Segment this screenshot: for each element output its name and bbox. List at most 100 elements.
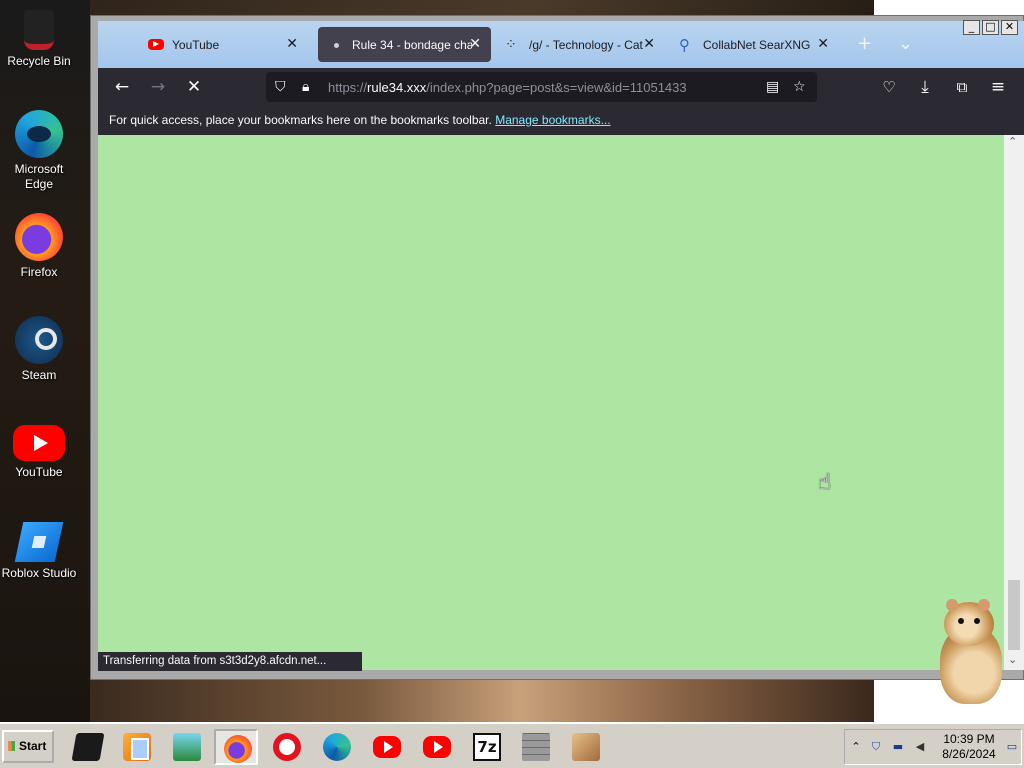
forward-button[interactable]: → — [147, 76, 169, 98]
desktop-icon-label: YouTube — [15, 465, 63, 479]
shield-icon[interactable]: ⛉ — [275, 78, 286, 96]
tab-youtube[interactable]: YouTube ✕ — [138, 27, 308, 62]
youtube-icon — [13, 425, 65, 461]
tab-close-icon[interactable]: ✕ — [469, 37, 481, 51]
taskbar-app-youtube[interactable] — [365, 729, 409, 765]
bookmark-star-icon[interactable]: ☆ — [793, 78, 806, 96]
taskbar-app-edge[interactable] — [315, 729, 359, 765]
show-hidden-icons-icon[interactable]: ⌃ — [849, 740, 863, 754]
url-text[interactable]: https://rule34.xxx/index.php?page=post&s… — [328, 80, 687, 95]
desktop-icon-label: Roblox Studio — [1, 566, 77, 580]
clock[interactable]: 10:39 PM 8/26/2024 — [939, 732, 999, 762]
search-favicon-icon: ⚲ — [679, 35, 690, 54]
youtube-icon — [423, 736, 451, 758]
window-controls: _ □ ✕ — [963, 20, 1018, 35]
vertical-scrollbar[interactable]: ⌃ ⌄ — [1004, 135, 1024, 670]
desktop-icon-roblox-studio[interactable]: Roblox Studio — [0, 522, 78, 581]
reader-view-icon[interactable]: ▤ — [766, 78, 779, 96]
back-button[interactable]: ← — [111, 76, 133, 98]
edge-icon — [323, 733, 351, 761]
loading-dot-icon — [328, 37, 344, 53]
hamster-ear — [946, 599, 958, 611]
hamster-eye — [974, 618, 980, 624]
media-player-icon — [123, 733, 151, 761]
lock-icon[interactable]: 🔒︎ — [302, 78, 309, 96]
tab-bar: YouTube ✕ Rule 34 - bondage cha ✕ ⁘ /g/ … — [98, 21, 1024, 68]
extensions-icon[interactable]: ⧉ — [951, 76, 973, 98]
system-tray: ⌃ ⛉ ▬ ◀ 10:39 PM 8/26/2024 ▭ — [844, 729, 1022, 765]
windows-flag-icon — [8, 741, 15, 751]
tab-searxng[interactable]: ⚲ CollabNet SearXNG ✕ — [669, 27, 839, 62]
desktop-icon-youtube[interactable]: YouTube — [0, 419, 78, 480]
steam-icon — [15, 316, 63, 364]
taskbar: Start 7z ⌃ ⛉ ▬ ◀ 10:39 PM 8/26/2024 ▭ — [0, 722, 1024, 768]
tab-title: Rule 34 - bondage cha — [352, 37, 472, 52]
tab-close-icon[interactable]: ✕ — [286, 37, 298, 51]
volume-icon[interactable]: ◀ — [913, 740, 927, 754]
list-all-tabs-button[interactable]: ⌄ — [898, 35, 913, 53]
winscp-icon — [173, 733, 201, 761]
grid-favicon-icon: ⁘ — [505, 36, 517, 53]
app-icon — [572, 733, 600, 761]
taskbar-app-firefox[interactable] — [214, 729, 258, 765]
bookmarks-hint: For quick access, place your bookmarks h… — [109, 113, 492, 127]
tab-rule34[interactable]: Rule 34 - bondage cha ✕ — [318, 27, 491, 62]
wall-icon — [522, 733, 550, 761]
manage-bookmarks-link[interactable]: Manage bookmarks... — [495, 113, 610, 127]
url-bar[interactable]: ⛉ 🔒︎ https://rule34.xxx/index.php?page=p… — [266, 72, 817, 102]
taskbar-app-winscp[interactable] — [165, 729, 209, 765]
desktop-icon-label: Steam — [21, 368, 57, 382]
close-window-button[interactable]: ✕ — [1001, 20, 1018, 35]
firefox-icon — [15, 213, 63, 261]
taskbar-app-youtube-2[interactable] — [415, 729, 459, 765]
taskbar-app-misc[interactable] — [564, 729, 608, 765]
menu-icon[interactable]: ≡ — [987, 76, 1009, 98]
notification-icon[interactable]: ▭ — [1005, 740, 1019, 754]
url-host: rule34.xxx — [367, 80, 427, 95]
page-content[interactable] — [98, 135, 1004, 670]
youtube-icon — [373, 736, 401, 758]
opera-icon — [273, 733, 301, 761]
maximize-button[interactable]: □ — [982, 20, 999, 35]
firefox-icon — [224, 735, 252, 763]
stop-button[interactable]: ✕ — [183, 76, 205, 98]
taskbar-app-terminal[interactable] — [66, 729, 110, 765]
shield-tray-icon[interactable]: ⛉ — [869, 740, 883, 754]
desktop-icon-label: Recycle Bin — [7, 54, 71, 68]
tab-close-icon[interactable]: ✕ — [643, 37, 655, 51]
hamster-pet[interactable] — [926, 599, 1012, 710]
tab-title: CollabNet SearXNG — [703, 37, 811, 52]
scroll-up-icon[interactable]: ⌃ — [1008, 135, 1017, 148]
youtube-favicon-icon — [148, 39, 164, 50]
new-tab-button[interactable]: + — [857, 35, 872, 53]
firefox-window: _ □ ✕ YouTube ✕ Rule 34 - bondage cha ✕ … — [90, 15, 1024, 680]
hamster-eye — [958, 618, 964, 624]
desktop-icon-firefox[interactable]: Firefox — [0, 213, 78, 280]
roblox-studio-icon — [14, 522, 64, 562]
tab-close-icon[interactable]: ✕ — [817, 37, 829, 51]
taskbar-app-7zip[interactable]: 7z — [465, 729, 509, 765]
hamster-ear — [978, 599, 990, 611]
tab-g-technology[interactable]: ⁘ /g/ - Technology - Cat ✕ — [495, 27, 665, 62]
downloads-icon[interactable]: ⤓ — [914, 76, 936, 98]
desktop-wallpaper-bottom — [90, 680, 874, 722]
terminal-icon — [71, 733, 105, 761]
start-label: Start — [19, 739, 47, 753]
desktop-icon-steam[interactable]: Steam — [0, 316, 78, 383]
desktop-icon-recycle-bin[interactable]: Recycle Bin — [0, 10, 78, 69]
network-icon[interactable]: ▬ — [891, 740, 905, 754]
desktop-icon-edge[interactable]: Microsoft Edge — [0, 110, 78, 192]
status-panel: Transferring data from s3t3d2y8.afcdn.ne… — [98, 652, 362, 671]
taskbar-app-wall[interactable] — [514, 729, 558, 765]
desktop-icon-label: Microsoft Edge — [14, 162, 64, 191]
navigation-toolbar: ← → ✕ ⛉ 🔒︎ https://rule34.xxx/index.php?… — [98, 68, 1024, 105]
start-button[interactable]: Start — [2, 730, 54, 763]
taskbar-app-opera[interactable] — [265, 729, 309, 765]
url-path: /index.php?page=post&s=view&id=11051433 — [426, 80, 687, 95]
hamster-head — [944, 599, 994, 646]
taskbar-app-media-player[interactable] — [115, 729, 159, 765]
edge-icon — [15, 110, 63, 158]
minimize-button[interactable]: _ — [963, 20, 980, 35]
hand-cursor-icon: ☝ — [818, 470, 832, 495]
pocket-icon[interactable]: ♡ — [878, 76, 900, 98]
